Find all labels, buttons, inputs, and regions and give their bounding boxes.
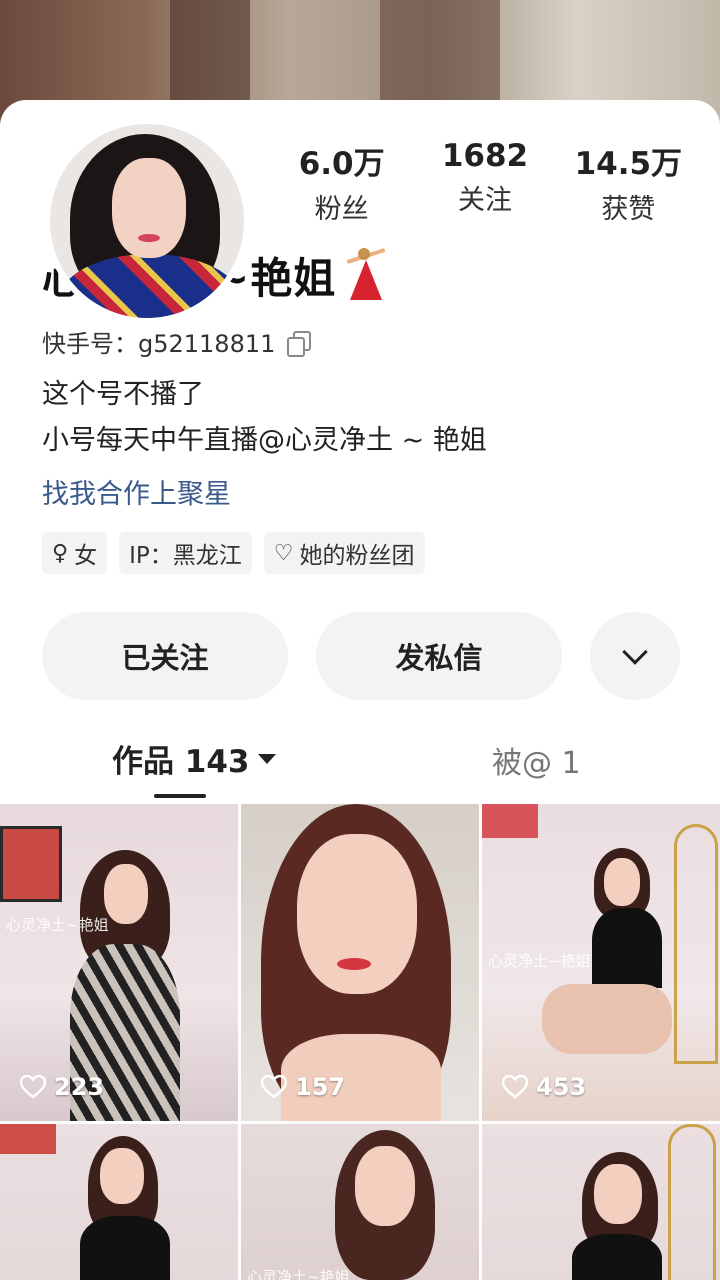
- female-icon: ♀: [52, 540, 69, 566]
- video-grid: 心灵净土~艳姐 223 157 心灵净土~艳姐 453 心灵净土~艳姐: [0, 804, 720, 1280]
- like-count: 157: [261, 1073, 345, 1101]
- person-face: [594, 1164, 642, 1224]
- heart-outline-icon: ♡: [273, 540, 294, 566]
- tag-ip: IP：黑龙江: [119, 532, 252, 574]
- wall-painting: [0, 826, 62, 902]
- stats-row: 6.0万 粉丝 1682 关注 14.5万 获赞: [270, 138, 700, 226]
- tab-mentioned[interactable]: 被@ 1: [492, 738, 581, 782]
- shoe-rack: [668, 1124, 716, 1280]
- video-thumbnail[interactable]: 心灵净土~艳姐: [241, 1124, 479, 1280]
- like-count: 453: [502, 1073, 586, 1101]
- stat-value: 6.0万: [298, 146, 385, 182]
- bio-line: 这个号不播了: [42, 379, 204, 410]
- tag-text: IP：黑龙江: [129, 543, 242, 569]
- video-thumbnail[interactable]: 心灵净土~艳姐 453: [482, 804, 720, 1121]
- tag-text: 女: [74, 543, 98, 569]
- stat-value: 1682: [441, 138, 529, 174]
- stat-followers[interactable]: 6.0万 粉丝: [272, 138, 412, 226]
- person-lips: [337, 958, 371, 970]
- avatar-face: [112, 158, 186, 258]
- bio-line: 小号每天中午直播@心灵净土 ~ 艳姐: [42, 425, 487, 456]
- person-body: [80, 1216, 170, 1280]
- copy-icon[interactable]: [287, 330, 312, 357]
- person-face: [604, 858, 640, 906]
- watermark: 心灵净土~艳姐: [6, 916, 109, 934]
- tab-indicator: [154, 794, 206, 798]
- heart-outline-icon: [502, 1075, 528, 1099]
- tag-gender: ♀ 女: [42, 532, 108, 574]
- action-buttons: 已关注 发私信: [42, 612, 680, 700]
- watermark: 心灵净土~艳姐: [247, 1268, 350, 1280]
- video-thumbnail[interactable]: 157: [241, 804, 479, 1121]
- like-count-text: 157: [295, 1073, 346, 1101]
- chevron-down-icon: [622, 639, 648, 665]
- watermark: 心灵净土~艳姐: [488, 952, 591, 970]
- stat-label: 关注: [457, 185, 512, 216]
- person-body: [572, 1234, 662, 1280]
- person-face: [297, 834, 417, 994]
- kuaishou-id-row: 快手号：g52118811: [42, 324, 312, 359]
- collab-link[interactable]: 找我合作上聚星: [42, 472, 231, 511]
- person-face: [100, 1148, 144, 1204]
- avatar-image: [50, 124, 244, 318]
- profile-tags: ♀ 女 IP：黑龙江 ♡ 她的粉丝团: [42, 532, 425, 574]
- tag-text: 她的粉丝团: [299, 543, 415, 569]
- stat-value: 14.5万: [574, 146, 683, 182]
- stat-likes[interactable]: 14.5万 获赞: [558, 138, 698, 226]
- tab-label: 作品 143: [112, 744, 250, 780]
- message-button[interactable]: 发私信: [316, 612, 562, 700]
- heart-outline-icon: [20, 1075, 46, 1099]
- wall-painting: [482, 804, 538, 838]
- bio: 这个号不播了 小号每天中午直播@心灵净土 ~ 艳姐: [42, 372, 487, 464]
- like-count-text: 453: [536, 1073, 587, 1101]
- stat-label: 粉丝: [314, 194, 369, 225]
- kuaishou-id: 快手号：g52118811: [42, 330, 276, 358]
- heart-outline-icon: [261, 1075, 287, 1099]
- person-body: [592, 908, 662, 988]
- cover-shape: [380, 0, 500, 110]
- tab-works[interactable]: 作品 143: [112, 736, 276, 781]
- wall-painting: [0, 1124, 56, 1154]
- person-face: [355, 1146, 415, 1226]
- stat-following[interactable]: 1682 关注: [415, 138, 555, 226]
- like-count: 223: [20, 1073, 104, 1101]
- video-thumbnail[interactable]: [0, 1124, 238, 1280]
- more-button[interactable]: [590, 612, 680, 700]
- caret-down-icon: [257, 753, 276, 764]
- shoe-rack: [674, 824, 718, 1064]
- content-tabs: 作品 143 被@ 1: [0, 728, 720, 800]
- like-count-text: 223: [54, 1073, 105, 1101]
- dancer-emoji-icon: [344, 247, 388, 304]
- stat-label: 获赞: [601, 194, 656, 225]
- avatar-lips: [138, 234, 160, 242]
- video-thumbnail[interactable]: [482, 1124, 720, 1280]
- tag-fan-club[interactable]: ♡ 她的粉丝团: [263, 532, 425, 574]
- follow-button[interactable]: 已关注: [42, 612, 288, 700]
- video-thumbnail[interactable]: 心灵净土~艳姐 223: [0, 804, 238, 1121]
- profile-sheet: 6.0万 粉丝 1682 关注 14.5万 获赞 心灵净土~艳姐 快手号：g52…: [0, 100, 720, 1280]
- avatar[interactable]: [44, 118, 250, 324]
- person-face: [104, 864, 148, 924]
- person-legs: [542, 984, 672, 1054]
